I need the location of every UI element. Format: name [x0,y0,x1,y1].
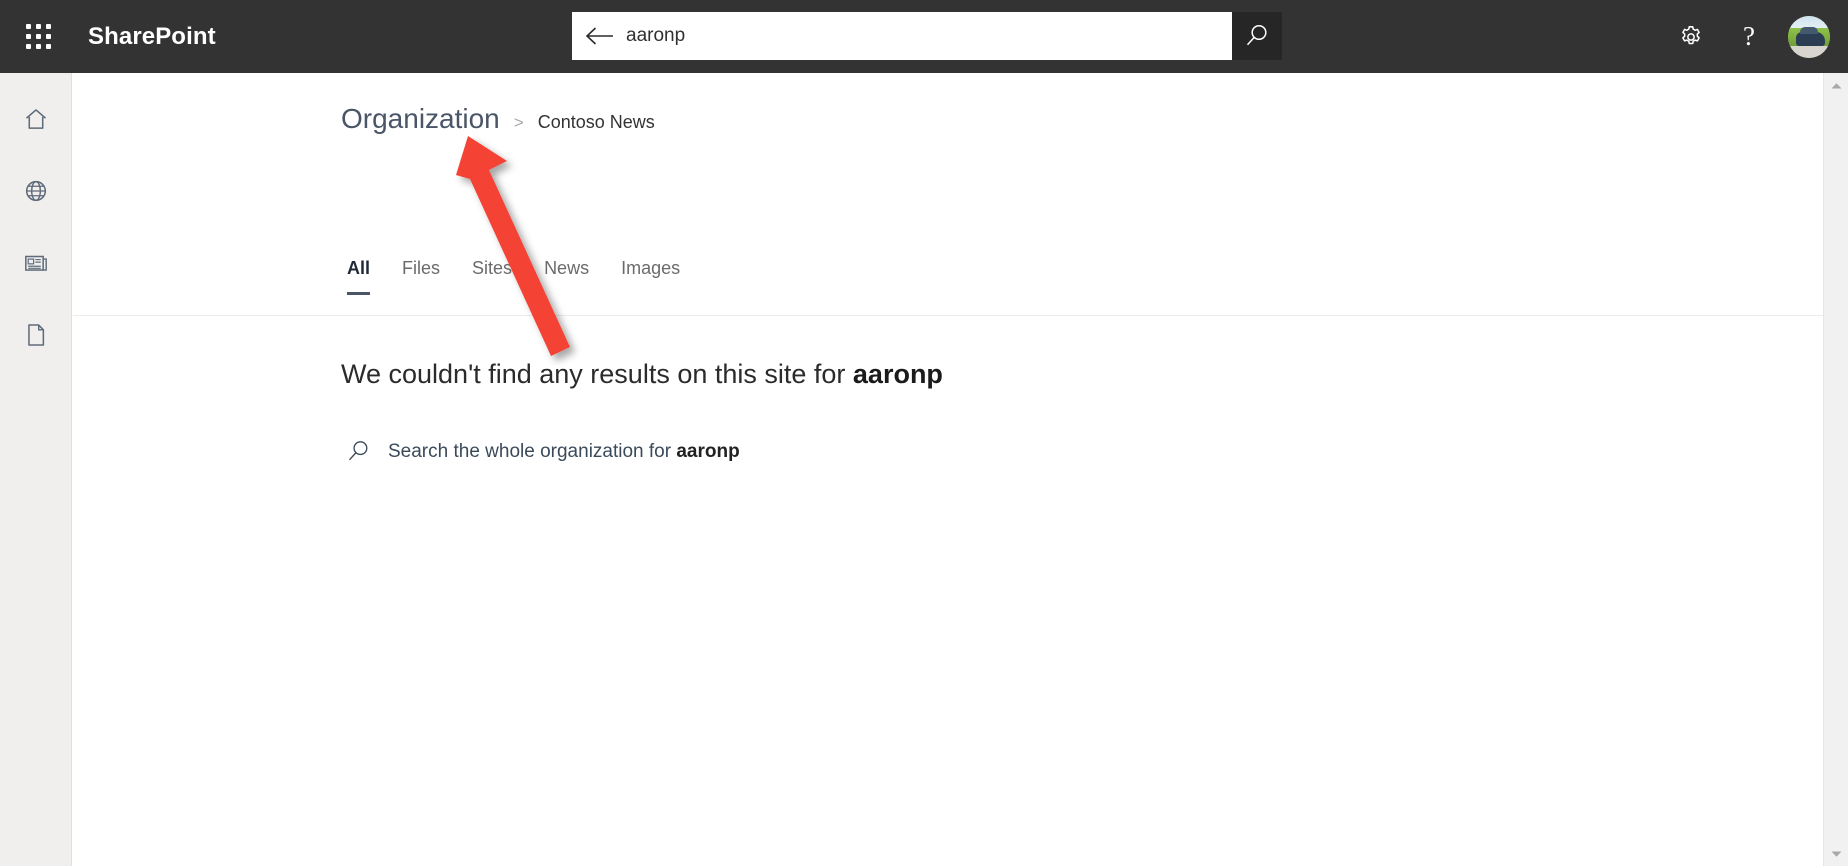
suite-brand-sharepoint[interactable]: SharePoint [88,23,216,51]
tab-all[interactable]: All [331,258,386,295]
tabs-divider [73,315,1823,316]
breadcrumb-separator-icon: > [513,113,524,132]
breadcrumb-item-contoso-news[interactable]: Contoso News [538,112,655,133]
rail-item-global-navigation[interactable] [0,155,72,227]
rail-item-news[interactable] [0,227,72,299]
suite-actions: ? [1662,0,1838,73]
search-whole-organization-label: Search the whole organization for aaronp [388,441,740,463]
globe-icon [25,180,47,202]
question-mark-icon: ? [1743,21,1755,51]
search-vertical-tabs: All Files Sites News Images [331,258,696,295]
settings-button[interactable] [1662,8,1720,66]
no-results-message-prefix: We couldn't find any results on this sit… [341,359,853,389]
back-arrow-icon [585,27,613,45]
no-results-message: We couldn't find any results on this sit… [341,359,943,390]
search-magnifier-icon [1246,24,1267,46]
tab-news[interactable]: News [528,258,605,295]
tab-sites[interactable]: Sites [456,258,528,295]
left-navigation-rail [0,73,72,866]
avatar-photo-road [1788,45,1830,58]
news-icon [25,255,47,271]
gear-icon [1682,25,1700,44]
rail-item-page[interactable] [0,299,72,371]
search-region [572,12,1282,60]
org-search-term: aaronp [676,440,740,462]
search-box[interactable] [572,12,1232,60]
search-whole-organization-link[interactable]: Search the whole organization for aaronp [338,439,740,464]
main-content-area: Organization > Contoso News All Files Si… [73,73,1823,866]
breadcrumb: Organization > Contoso News [341,103,655,135]
search-submit-button[interactable] [1232,12,1282,60]
scrollbar-up-button[interactable] [1824,73,1848,98]
scroll-down-arrow-icon [1831,851,1842,857]
suite-header-bar: SharePoint ? [0,0,1848,73]
app-launcher-button[interactable] [10,9,66,65]
help-button[interactable]: ? [1720,8,1778,66]
home-icon [25,109,47,129]
vertical-scrollbar[interactable] [1823,73,1848,866]
tab-files[interactable]: Files [386,258,456,295]
search-magnifier-icon [338,439,378,464]
search-magnifier-glyph [348,441,367,461]
search-back-button[interactable] [572,12,626,60]
tab-images[interactable]: Images [605,258,696,295]
app-launcher-waffle-icon [25,24,51,49]
breadcrumb-item-organization[interactable]: Organization [341,103,500,135]
no-results-search-term: aaronp [852,359,943,389]
rail-item-home[interactable] [0,83,72,155]
scrollbar-down-button[interactable] [1824,841,1848,866]
avatar-photo-car [1795,27,1825,46]
search-input[interactable] [626,13,1232,59]
org-search-prefix: Search the whole organization for [388,440,677,462]
user-avatar-button[interactable] [1788,15,1830,58]
document-page-icon [28,324,45,346]
scroll-up-arrow-icon [1831,82,1842,88]
